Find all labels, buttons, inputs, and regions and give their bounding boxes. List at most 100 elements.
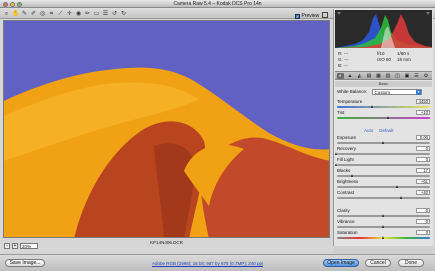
image-filename: KP14N406.DCR [150, 240, 183, 245]
clarity-value-field[interactable]: 0 [416, 208, 430, 213]
rotate-right-icon[interactable]: ↻ [120, 10, 127, 17]
lens-corrections-tab-icon[interactable]: ▥ [385, 73, 392, 79]
g-value: --- [344, 57, 349, 62]
recovery-slider-row: Recovery 0 [335, 146, 432, 156]
clarity-slider[interactable] [337, 213, 430, 217]
effects-tab-icon[interactable]: ◫ [394, 73, 401, 79]
snapshots-tab-icon[interactable]: ⚙ [423, 73, 430, 79]
saturation-value-field[interactable]: 0 [416, 230, 430, 235]
blacks-value-field[interactable]: 17 [416, 168, 430, 173]
temperature-slider[interactable] [337, 104, 430, 108]
save-image-button[interactable]: Save Image... [5, 259, 45, 267]
clarity-label: Clarity [337, 208, 350, 213]
workflow-options-link[interactable]: Adobe RGB (1998); 16 bit; 987 by 675 (0.… [105, 261, 310, 266]
temperature-slider-row: Temperature 4450 [337, 99, 432, 109]
recovery-label: Recovery [337, 146, 357, 151]
aperture-value: f/10 [377, 51, 385, 56]
exposure-slider[interactable] [337, 140, 430, 144]
contrast-slider[interactable] [337, 195, 430, 199]
tint-slider[interactable] [337, 115, 430, 119]
tone-curve-tab-icon[interactable]: ▲ [347, 73, 354, 79]
adjustment-brush-icon[interactable]: ✏ [84, 10, 91, 17]
color-sampler-tool-icon[interactable]: ✐ [30, 10, 37, 17]
chevron-down-icon: ▾ [416, 90, 421, 95]
white-balance-select[interactable]: Custom ▾ [372, 89, 422, 95]
targeted-adjustment-tool-icon[interactable]: ◎ [39, 10, 46, 17]
preferences-icon[interactable]: ☰ [102, 10, 109, 17]
presets-tab-icon[interactable]: ☰ [413, 73, 420, 79]
brightness-slider[interactable] [337, 184, 430, 188]
contrast-slider-thumb[interactable] [400, 195, 403, 199]
window-title: Camera Raw 5.4 – Kodak DCS Pro 14n [173, 1, 262, 7]
brightness-value-field[interactable]: +61 [416, 179, 430, 184]
done-button[interactable]: Done [398, 259, 424, 267]
fill-light-slider[interactable] [335, 162, 430, 166]
open-image-button[interactable]: Open Image [323, 259, 359, 267]
basic-tab-icon[interactable]: ◐ [337, 73, 344, 79]
rotate-left-icon[interactable]: ↺ [111, 10, 118, 17]
detail-tab-icon[interactable]: ◭ [356, 73, 363, 79]
fill-light-slider-row: Fill Light 0 [335, 157, 432, 167]
straighten-tool-icon[interactable]: ⟋ [57, 10, 64, 17]
exposure-value-field[interactable]: 0.00 [416, 135, 430, 140]
zoom-out-button[interactable]: - [4, 243, 10, 249]
exposure-slider-row: Exposure 0.00 [337, 135, 432, 145]
graduated-filter-icon[interactable]: ▭ [93, 10, 100, 17]
zoom-in-button[interactable]: + [12, 243, 18, 249]
vibrance-slider-thumb[interactable] [381, 224, 384, 228]
fill-light-label: Fill Light [337, 157, 354, 162]
brightness-slider-thumb[interactable] [395, 184, 398, 188]
vibrance-label: Vibrance [337, 219, 355, 224]
temperature-value-field[interactable]: 4450 [416, 99, 430, 104]
preview-toggle[interactable]: ✓ Preview [295, 13, 319, 19]
blacks-slider[interactable] [337, 173, 430, 177]
histogram-graph [335, 10, 432, 48]
exposure-slider-thumb[interactable] [381, 140, 384, 144]
zoom-level-select[interactable]: 20% [20, 243, 38, 249]
recovery-slider-thumb[interactable] [335, 151, 338, 155]
spot-removal-tool-icon[interactable]: ✛ [66, 10, 73, 17]
blacks-label: Blacks [337, 168, 351, 173]
vibrance-slider[interactable] [337, 224, 430, 228]
flower-photo [4, 21, 329, 237]
brightness-label: Brightness [337, 179, 359, 184]
auto-default-links: Auto Default [364, 128, 394, 133]
tint-value-field[interactable]: +10 [416, 110, 430, 115]
hsl-tab-icon[interactable]: ▤ [366, 73, 373, 79]
blacks-slider-thumb[interactable] [351, 173, 353, 177]
fill-light-value-field[interactable]: 0 [416, 157, 430, 162]
zoom-tool-icon[interactable]: ⌕ [3, 10, 10, 17]
zoom-window-icon[interactable] [17, 1, 22, 7]
recovery-slider[interactable] [335, 151, 430, 155]
recovery-value-field[interactable]: 0 [416, 146, 430, 151]
focal-length-value: 18 mm [397, 57, 411, 62]
clarity-slider-thumb[interactable] [381, 213, 384, 217]
vibrance-slider-row: Vibrance 0 [337, 219, 432, 229]
preview-label: Preview [301, 13, 320, 19]
preview-checkbox[interactable]: ✓ [295, 13, 300, 19]
fullscreen-icon[interactable] [322, 12, 328, 18]
white-balance-tool-icon[interactable]: ✎ [21, 10, 28, 17]
camera-calibration-tab-icon[interactable]: ▣ [404, 73, 411, 79]
image-preview[interactable] [3, 20, 330, 238]
minimize-window-icon[interactable] [10, 1, 15, 7]
g-label: G: [338, 57, 343, 62]
red-eye-tool-icon[interactable]: ◉ [75, 10, 82, 17]
crop-tool-icon[interactable]: ⌗ [48, 10, 55, 17]
vibrance-value-field[interactable]: 0 [416, 219, 430, 224]
close-window-icon[interactable] [3, 1, 8, 7]
default-button[interactable]: Default [379, 128, 393, 133]
contrast-value-field[interactable]: +40 [416, 190, 430, 195]
temperature-slider-thumb[interactable] [370, 104, 373, 108]
saturation-slider[interactable] [337, 235, 430, 239]
hand-tool-icon[interactable]: ✋ [12, 10, 19, 17]
tint-slider-thumb[interactable] [387, 115, 390, 119]
split-toning-tab-icon[interactable]: ▦ [375, 73, 382, 79]
auto-button[interactable]: Auto [364, 128, 373, 133]
iso-value: ISO 80 [377, 57, 392, 62]
saturation-slider-thumb[interactable] [381, 235, 384, 239]
contrast-label: Contrast [337, 190, 355, 195]
fill-light-slider-thumb[interactable] [335, 162, 338, 166]
zoom-control: - + 20% [4, 243, 38, 249]
cancel-button[interactable]: Cancel [365, 259, 391, 267]
